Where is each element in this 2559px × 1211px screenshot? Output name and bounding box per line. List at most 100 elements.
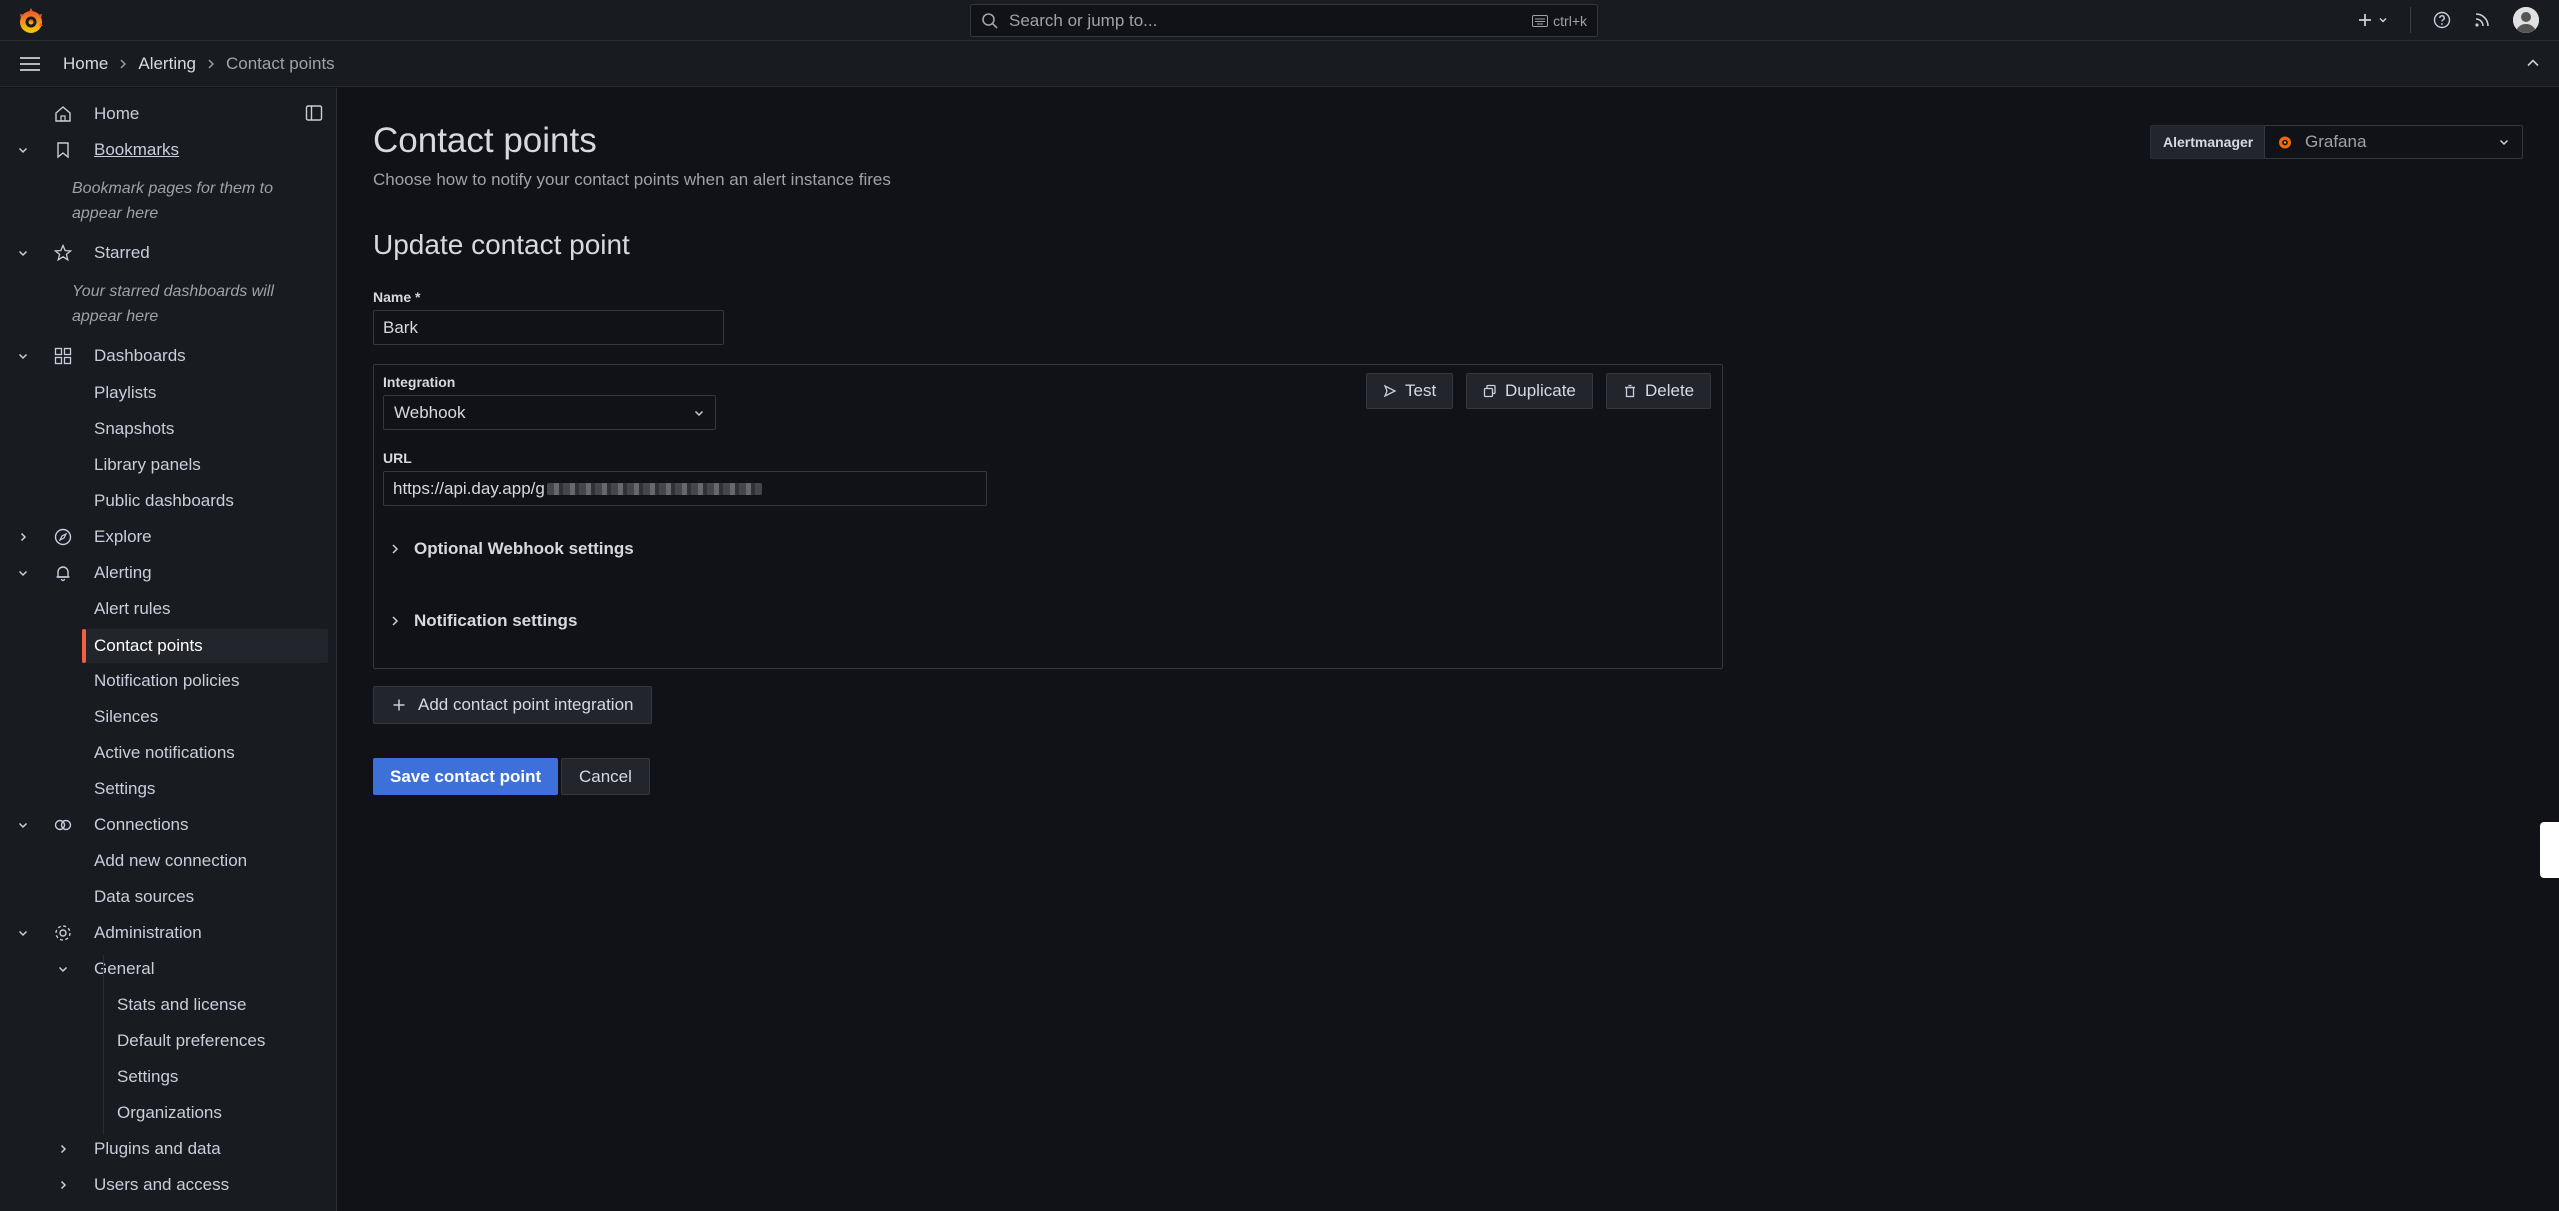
chevron-down-icon[interactable]	[57, 963, 69, 975]
compass-icon	[53, 527, 73, 547]
sidebar-item-default-preferences[interactable]: Default preferences	[117, 1024, 265, 1058]
sidebar-item-add-new-connection[interactable]: Add new connection	[94, 844, 247, 878]
plus-icon	[2357, 12, 2373, 28]
sidebar-item-data-sources[interactable]: Data sources	[94, 880, 194, 914]
name-value: Bark	[383, 317, 418, 337]
keyboard-icon	[1532, 14, 1549, 27]
alertmanager-select[interactable]: Grafana	[2264, 125, 2523, 159]
name-label: Name *	[373, 289, 421, 305]
sidebar-item-connections[interactable]: Connections	[0, 808, 330, 842]
sidebar-item-bookmarks[interactable]: Bookmarks	[0, 133, 330, 167]
sidebar-label: Contact points	[94, 636, 203, 655]
sidebar-item-administration[interactable]: Administration	[0, 916, 330, 950]
test-label: Test	[1405, 381, 1437, 400]
add-contact-point-integration-button[interactable]: Add contact point integration	[373, 686, 653, 724]
hamburger-menu-icon[interactable]	[18, 53, 42, 75]
chevron-down-icon[interactable]	[17, 567, 29, 579]
bookmark-icon	[53, 140, 73, 160]
test-button[interactable]: Test	[1366, 373, 1454, 409]
url-label: URL	[383, 450, 412, 466]
breadcrumb: Home Alerting Contact points	[63, 41, 335, 87]
chevron-down-icon[interactable]	[17, 247, 29, 259]
trash-icon	[1623, 384, 1637, 398]
sidebar-label: Home	[94, 104, 140, 123]
search-bar[interactable]: Search or jump to... ctrl+k	[970, 4, 1598, 37]
grafana-logo-icon[interactable]	[16, 6, 46, 36]
sidebar-label: Settings	[117, 1067, 179, 1086]
sidebar-item-general[interactable]: General	[0, 952, 330, 986]
cancel-button[interactable]: Cancel	[561, 758, 650, 795]
sidebar-label: Users and access	[94, 1175, 230, 1194]
news-feed-icon[interactable]	[2473, 11, 2491, 29]
sidebar-item-alert-rules[interactable]: Alert rules	[94, 592, 171, 626]
sidebar-item-users-and-access[interactable]: Users and access	[0, 1168, 330, 1202]
sidebar-item-alerting-settings[interactable]: Settings	[94, 772, 155, 806]
sidebar-item-plugins-and-data[interactable]: Plugins and data	[0, 1132, 330, 1166]
star-icon	[53, 243, 73, 263]
top-right-actions	[2357, 0, 2539, 40]
notification-settings-toggle[interactable]: Notification settings	[390, 611, 577, 631]
home-icon	[53, 104, 73, 124]
sidebar-item-playlists[interactable]: Playlists	[94, 376, 156, 410]
dock-menu-icon[interactable]	[305, 104, 323, 122]
integration-select[interactable]: Webhook	[383, 395, 716, 430]
sidebar-label: Add new connection	[94, 851, 248, 870]
delete-label: Delete	[1645, 381, 1695, 400]
sidebar-item-notification-policies[interactable]: Notification policies	[94, 664, 240, 698]
sidebar-item-organizations[interactable]: Organizations	[117, 1096, 222, 1130]
chevron-right-icon[interactable]	[17, 531, 29, 543]
sidebar-label: Playlists	[94, 383, 157, 402]
sidebar-label: Public dashboards	[94, 491, 234, 510]
delete-button[interactable]: Delete	[1606, 373, 1712, 409]
chevron-down-icon[interactable]	[17, 144, 29, 156]
chevron-down-icon[interactable]	[17, 350, 29, 362]
optional-webhook-settings-toggle[interactable]: Optional Webhook settings	[390, 539, 634, 559]
bookmarks-empty-note: Bookmark pages for them to appear here	[72, 180, 273, 222]
sidebar-item-home[interactable]: Home	[0, 97, 300, 131]
form-title: Update contact point	[373, 229, 630, 260]
search-icon	[981, 12, 999, 30]
plus-icon	[392, 698, 406, 712]
sidebar-item-admin-settings[interactable]: Settings	[117, 1060, 178, 1094]
chevron-right-icon[interactable]	[57, 1179, 69, 1191]
optional-settings-label: Optional Webhook settings	[414, 539, 634, 558]
sidebar-label: Settings	[94, 779, 156, 798]
sidebar-item-explore[interactable]: Explore	[0, 520, 330, 554]
sidebar-label: Library panels	[94, 455, 201, 474]
chevron-down-icon[interactable]	[17, 819, 29, 831]
search-shortcut: ctrl+k	[1532, 13, 1587, 29]
page-subtitle: Choose how to notify your contact points…	[373, 170, 891, 189]
url-redacted-blur	[546, 482, 762, 495]
url-input[interactable]: https://api.day.app/g	[383, 471, 987, 506]
chevron-down-icon[interactable]	[17, 927, 29, 939]
chevron-right-icon	[206, 58, 216, 70]
sidebar-item-silences[interactable]: Silences	[94, 700, 158, 734]
feedback-side-tab[interactable]	[2540, 822, 2559, 878]
breadcrumb-home[interactable]: Home	[63, 54, 108, 74]
sidebar-label: Alerting	[94, 563, 152, 582]
sidebar-item-library-panels[interactable]: Library panels	[94, 448, 201, 482]
chevron-right-icon[interactable]	[57, 1143, 69, 1155]
sidebar-label: Data sources	[94, 887, 195, 906]
duplicate-label: Duplicate	[1505, 381, 1576, 400]
send-icon	[1383, 384, 1397, 398]
name-input[interactable]: Bark	[373, 310, 724, 345]
sidebar-item-contact-points[interactable]: Contact points	[94, 629, 203, 663]
sidebar-item-starred[interactable]: Starred	[0, 236, 330, 270]
copy-icon	[1483, 384, 1497, 398]
user-avatar[interactable]	[2513, 7, 2539, 33]
sidebar-label: Dashboards	[94, 346, 186, 365]
sidebar-item-active-notifications[interactable]: Active notifications	[94, 736, 235, 770]
duplicate-button[interactable]: Duplicate	[1466, 373, 1593, 409]
breadcrumb-alerting[interactable]: Alerting	[138, 54, 196, 74]
sidebar-item-public-dashboards[interactable]: Public dashboards	[94, 484, 234, 518]
sidebar-item-dashboards[interactable]: Dashboards	[0, 339, 330, 373]
sidebar-item-stats-and-license[interactable]: Stats and license	[117, 988, 246, 1022]
sidebar-item-snapshots[interactable]: Snapshots	[94, 412, 174, 446]
help-icon[interactable]	[2433, 11, 2451, 29]
save-contact-point-button[interactable]: Save contact point	[373, 758, 559, 795]
new-menu-button[interactable]	[2357, 12, 2388, 28]
sidebar-item-alerting[interactable]: Alerting	[0, 556, 330, 590]
chevron-up-icon[interactable]	[2525, 55, 2541, 71]
sidebar-label: Connections	[94, 815, 189, 834]
